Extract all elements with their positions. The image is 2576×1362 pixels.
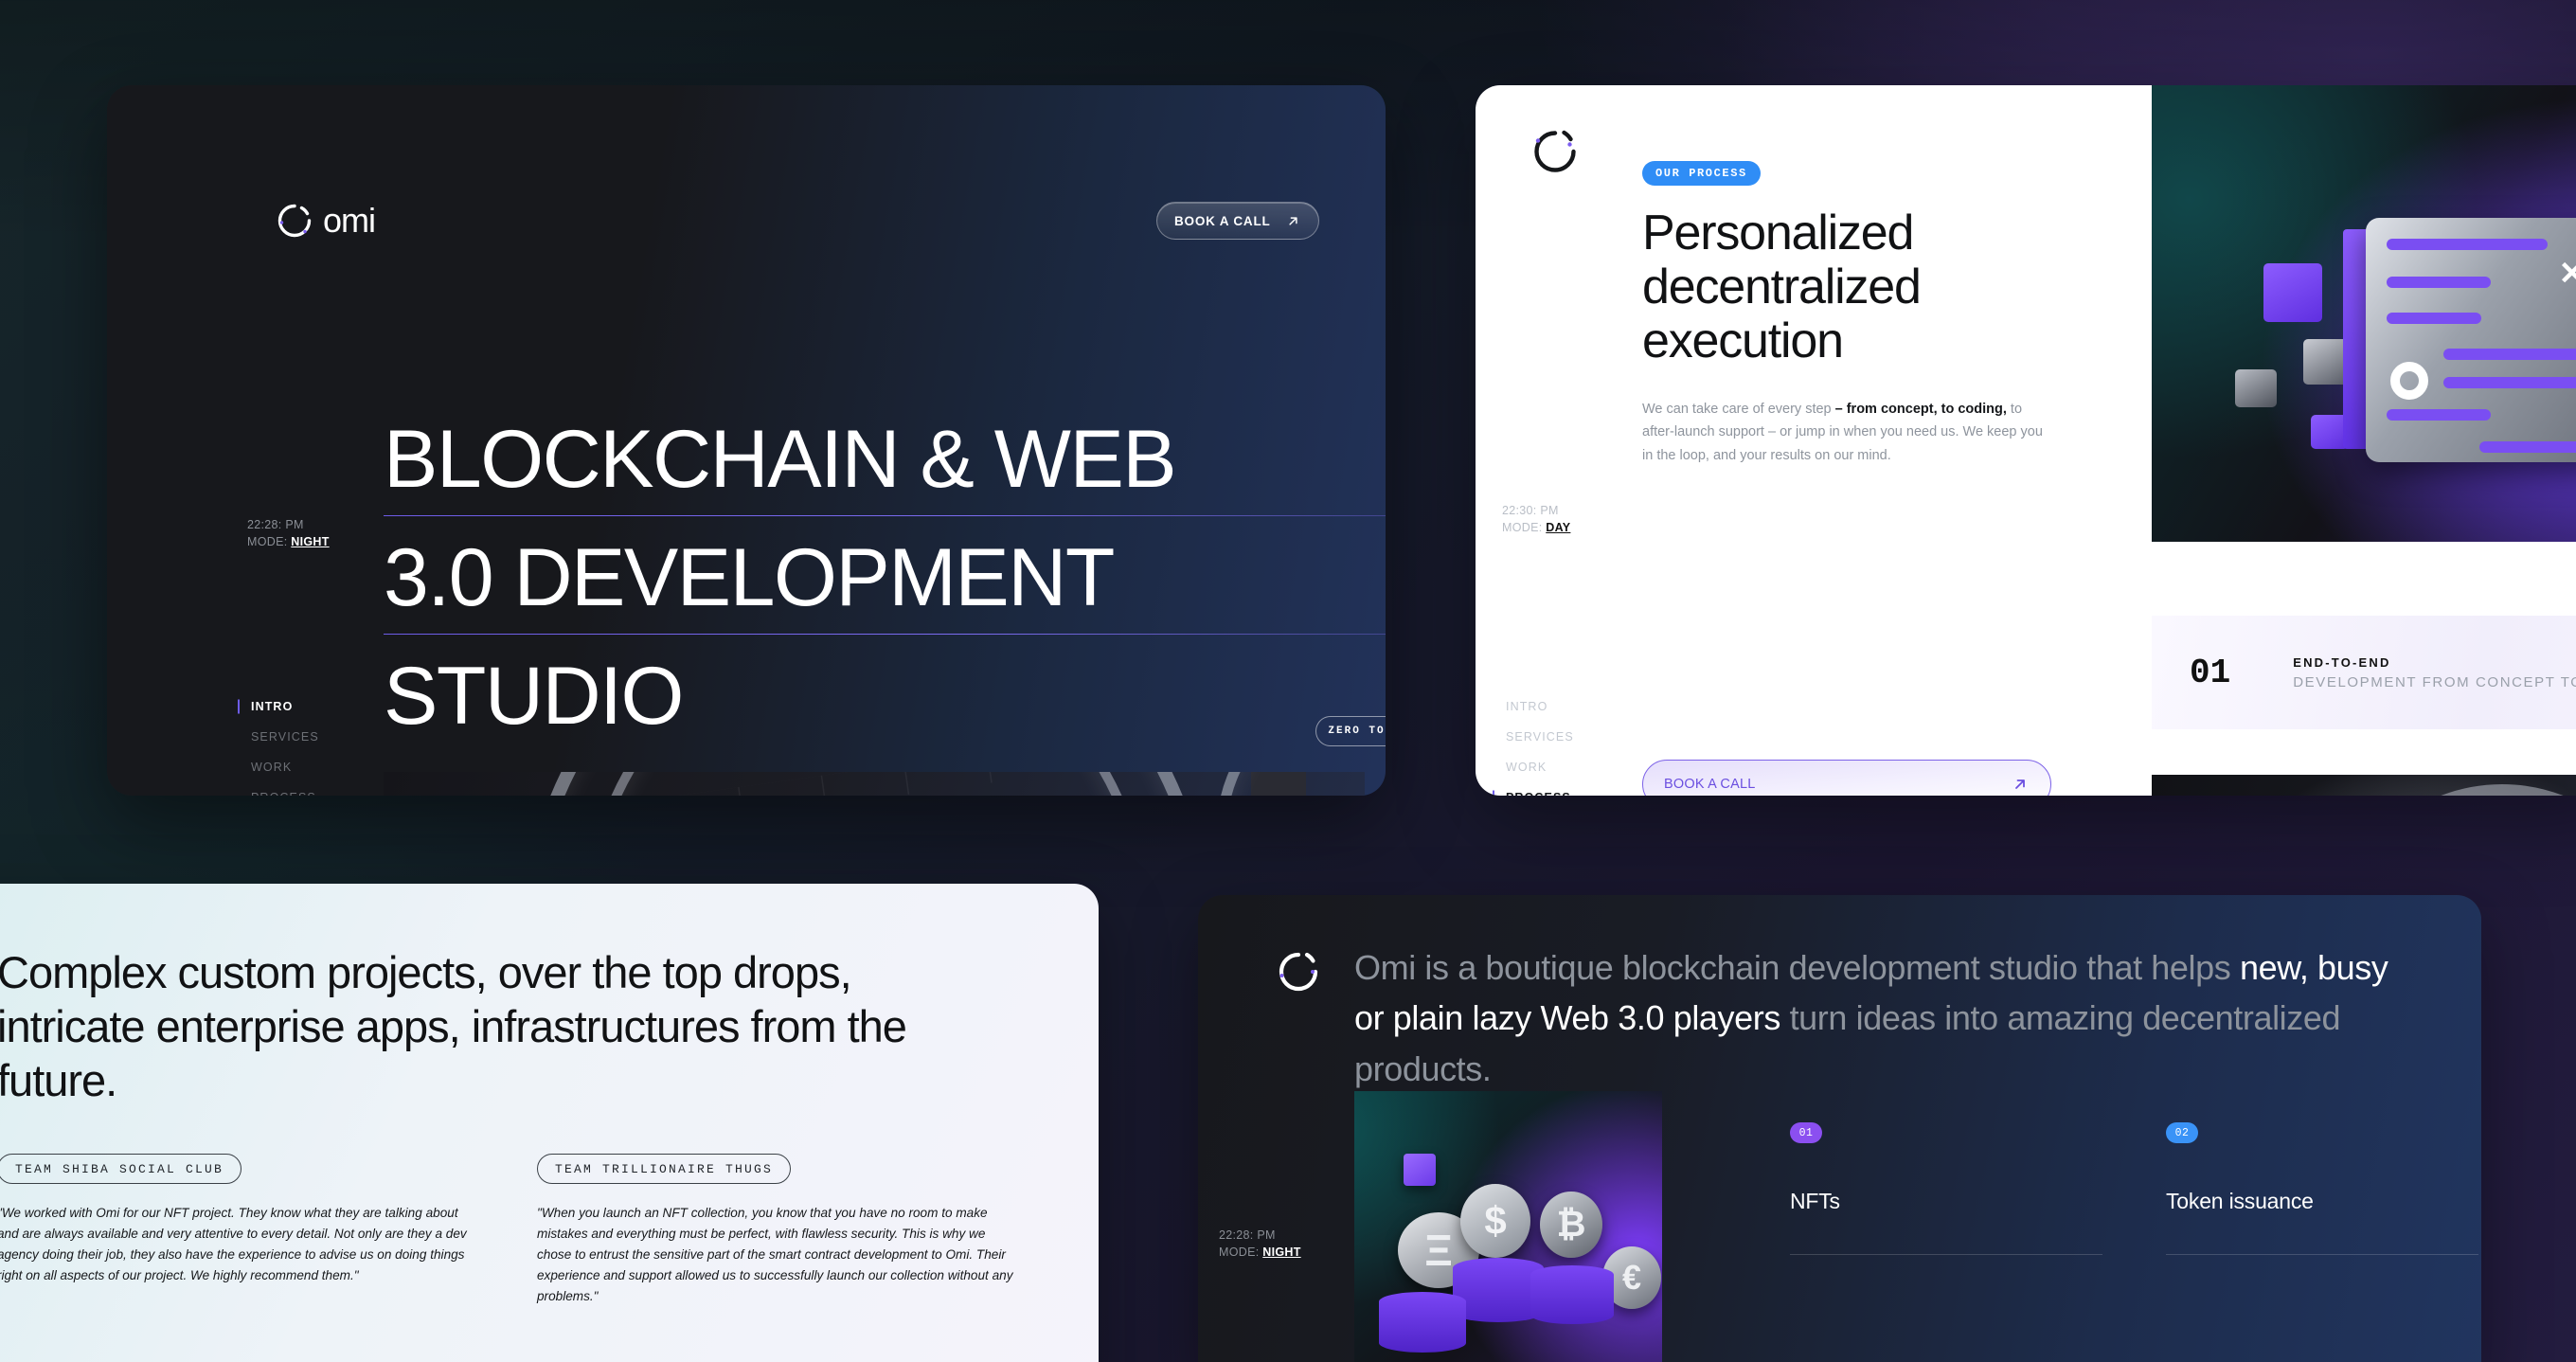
omi-circular-logo-icon xyxy=(1529,125,1582,178)
about-time: 22:28: PM xyxy=(1219,1228,1276,1242)
headline-line-1: BLOCKCHAIN & WEB xyxy=(384,419,1386,516)
process-book-a-call-button[interactable]: BOOK A CALL xyxy=(1642,760,2051,796)
process-status-meta: 22:30: PM MODE: DAY xyxy=(1502,502,1570,536)
process-mode-value: DAY xyxy=(1546,521,1571,535)
complex-projects-heading: Complex custom projects, over the top dr… xyxy=(0,947,907,1105)
service-number-badge: 02 xyxy=(2166,1122,2198,1143)
artwork-coin-btc: ₿ xyxy=(1540,1192,1602,1258)
process-logo[interactable] xyxy=(1529,125,1582,178)
headline-line-2: 3.0 DEVELOPMENT xyxy=(384,537,1386,635)
headline-line-1-text: BLOCKCHAIN & WEB xyxy=(384,414,1177,505)
hero-logo-text: omi xyxy=(323,201,376,240)
service-card-token-issuance[interactable]: 02 Token issuance xyxy=(2166,1091,2478,1255)
service-name: NFTs xyxy=(1790,1189,1840,1213)
hero-mode-label: MODE: xyxy=(247,535,288,549)
artwork-silver-cube-1 xyxy=(2303,339,2349,385)
hero-sidebar-nav: INTRO SERVICES WORK PROCESS ABOUT CONTAC… xyxy=(238,691,319,796)
sidebar-item-work[interactable]: WORK xyxy=(238,752,319,782)
testimonial-text: "When you launch an NFT collection, you … xyxy=(537,1206,1013,1304)
sidebar-item-services[interactable]: SERVICES xyxy=(1493,722,1574,752)
about-logo[interactable] xyxy=(1274,947,1323,996)
process-eyebrow-badge: OUR PROCESS xyxy=(1642,161,1761,186)
testimonial-team-badge: TEAM SHIBA SOCIAL CLUB xyxy=(0,1154,242,1184)
process-step-subtitle: DEVELOPMENT FROM CONCEPT TO LAUN xyxy=(2293,673,2576,690)
about-3d-crypto-artwork: Ξ $ ₿ € $60M xyxy=(1354,1091,1662,1362)
process-step-title: END-TO-END xyxy=(2293,654,2391,670)
headline-divider-2 xyxy=(384,634,1386,635)
about-status-meta: 22:28: PM MODE: NIGHT xyxy=(1219,1227,1301,1261)
artwork-ring-inner xyxy=(587,772,1146,796)
sidebar-item-intro[interactable]: INTRO xyxy=(238,691,319,722)
zero-to-hero-button[interactable]: ZERO TO HERO xyxy=(1315,716,1386,746)
headline-divider-1 xyxy=(384,515,1386,516)
process-paragraph: We can take care of every step – from co… xyxy=(1642,398,2049,468)
artwork-coin-usd: $ xyxy=(1460,1184,1530,1258)
artwork-purple-cube xyxy=(1404,1154,1436,1186)
testimonial-item: TEAM SHIBA SOCIAL CLUB "We worked with O… xyxy=(0,1154,474,1307)
service-number-badge: 01 xyxy=(1790,1122,1822,1143)
process-step-text: END-TO-END DEVELOPMENT FROM CONCEPT TO L… xyxy=(2293,655,2576,690)
service-name: Token issuance xyxy=(2166,1189,2314,1213)
process-step-number: 01 xyxy=(2190,653,2231,692)
artwork-contract-sheet: ✕ xyxy=(2366,218,2576,462)
zero-to-hero-label: ZERO TO HERO xyxy=(1328,726,1386,737)
hero-mode-value: NIGHT xyxy=(291,535,330,549)
arrow-up-right-icon xyxy=(2011,775,2030,794)
service-card-nfts[interactable]: 01 NFTs xyxy=(1790,1091,2102,1255)
artwork-purple-cube-1 xyxy=(2263,263,2322,322)
process-mode-label: MODE: xyxy=(1502,521,1543,535)
hero-headline: BLOCKCHAIN & WEB 3.0 DEVELOPMENT STUDIO … xyxy=(384,419,1386,752)
hero-logo[interactable]: omi xyxy=(276,201,376,241)
page-background: omi BOOK A CALL 22:28: PM MODE: NIGHT IN… xyxy=(0,0,2576,1362)
process-heading: Personalized decentralized execution xyxy=(1642,206,1922,369)
service-divider-bottom xyxy=(2166,1254,2478,1255)
complex-projects-card: Complex custom projects, over the top dr… xyxy=(0,884,1099,1362)
headline-line-2-text: 3.0 DEVELOPMENT xyxy=(384,532,1115,623)
testimonial-item: TEAM TRILLIONAIRE THUGS "When you launch… xyxy=(537,1154,1014,1307)
process-paragraph-part1: We can take care of every step xyxy=(1642,401,1835,417)
artwork-coin-stack-2 xyxy=(1530,1265,1614,1324)
artwork-coin-stack-3 xyxy=(1379,1292,1466,1353)
process-book-a-call-label: BOOK A CALL xyxy=(1664,777,1756,792)
hero-night-card: omi BOOK A CALL 22:28: PM MODE: NIGHT IN… xyxy=(107,85,1386,796)
headline-line-3: STUDIO ZERO TO HERO xyxy=(384,655,1386,752)
hero-status-meta: 22:28: PM MODE: NIGHT xyxy=(247,516,330,550)
omi-circular-logo-icon xyxy=(1274,947,1323,996)
artwork-ring-bottom xyxy=(2332,784,2576,796)
process-3d-artwork: ✕ xyxy=(2152,85,2576,542)
about-heading-part1: Omi is a boutique blockchain development… xyxy=(1354,948,2240,987)
testimonial-team-badge: TEAM TRILLIONAIRE THUGS xyxy=(537,1154,792,1184)
process-time: 22:30: PM xyxy=(1502,504,1559,517)
arrow-up-right-icon xyxy=(1285,213,1301,229)
process-paragraph-bold: – from concept, to coding, xyxy=(1834,401,2007,417)
testimonial-text: "We worked with Omi for our NFT project.… xyxy=(0,1206,467,1283)
about-night-card: Omi is a boutique blockchain development… xyxy=(1198,895,2481,1362)
artwork-ring-right xyxy=(1217,772,1365,796)
headline-line-3-text: STUDIO xyxy=(384,651,684,742)
hero-book-a-call-button[interactable]: BOOK A CALL xyxy=(1156,202,1319,240)
artwork-silver-cube-2 xyxy=(2235,369,2277,407)
sidebar-item-services[interactable]: SERVICES xyxy=(238,722,319,752)
process-step-row: 01 END-TO-END DEVELOPMENT FROM CONCEPT T… xyxy=(2152,616,2576,729)
hero-time: 22:28: PM xyxy=(247,518,304,531)
sidebar-item-process[interactable]: PROCESS xyxy=(1493,782,1574,796)
process-3d-artwork-secondary xyxy=(2152,775,2576,796)
service-divider-bottom xyxy=(1790,1254,2102,1255)
hero-book-a-call-label: BOOK A CALL xyxy=(1174,213,1271,228)
sidebar-item-work[interactable]: WORK xyxy=(1493,752,1574,782)
about-mode-value: NIGHT xyxy=(1262,1246,1301,1260)
sidebar-item-intro[interactable]: INTRO xyxy=(1493,691,1574,722)
sidebar-item-process[interactable]: PROCESS xyxy=(238,782,319,796)
process-content: OUR PROCESS Personalized decentralized e… xyxy=(1642,161,2049,467)
artwork-x-mark: ✕ xyxy=(2558,256,2576,292)
testimonials-list: TEAM SHIBA SOCIAL CLUB "We worked with O… xyxy=(0,1154,1014,1307)
process-day-card: OUR PROCESS Personalized decentralized e… xyxy=(1476,85,2576,796)
about-heading: Omi is a boutique blockchain development… xyxy=(1354,942,2424,1094)
about-mode-label: MODE: xyxy=(1219,1246,1260,1260)
process-sidebar-nav: INTRO SERVICES WORK PROCESS ABOUT CONTAC… xyxy=(1493,691,1574,796)
artwork-o-mark xyxy=(2390,362,2428,400)
hero-3d-artwork xyxy=(384,772,1365,796)
omi-circular-logo-icon xyxy=(276,202,313,240)
